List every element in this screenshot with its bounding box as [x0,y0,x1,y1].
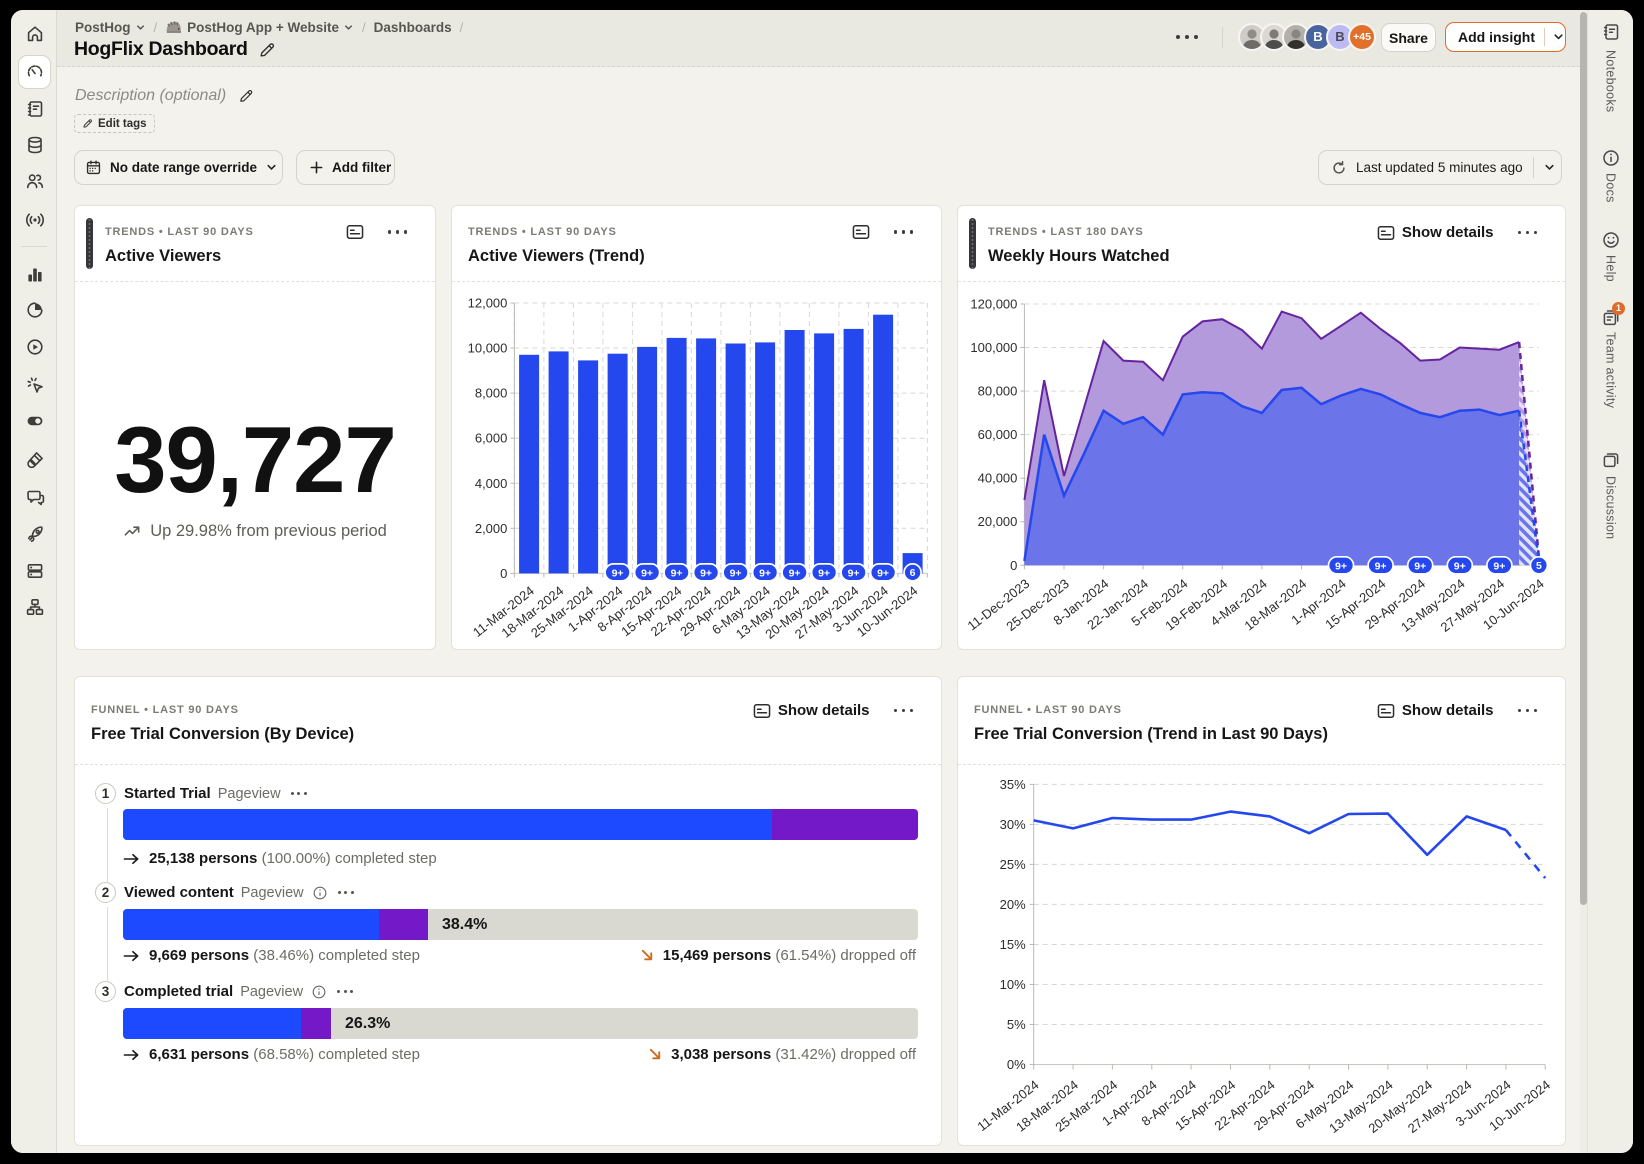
svg-text:9+: 9+ [789,568,801,580]
svg-text:9+: 9+ [1414,560,1426,572]
svg-text:0: 0 [1010,558,1017,573]
svg-text:0: 0 [500,566,507,581]
svg-text:8,000: 8,000 [475,386,508,401]
svg-text:9+: 9+ [1454,560,1466,572]
svg-text:0%: 0% [1007,1057,1026,1072]
svg-text:9+: 9+ [848,568,860,580]
svg-text:30%: 30% [1000,817,1026,832]
svg-text:10%: 10% [1000,977,1026,992]
svg-text:25%: 25% [1000,857,1026,872]
svg-text:9+: 9+ [700,568,712,580]
svg-text:9+: 9+ [730,568,742,580]
svg-text:9+: 9+ [612,568,624,580]
svg-text:2,000: 2,000 [475,521,508,536]
svg-text:9+: 9+ [1375,560,1387,572]
svg-text:40,000: 40,000 [978,471,1018,486]
svg-text:9+: 9+ [641,568,653,580]
svg-text:9+: 9+ [877,568,889,580]
svg-text:20%: 20% [1000,897,1026,912]
svg-text:100,000: 100,000 [970,340,1017,355]
svg-text:4,000: 4,000 [475,476,508,491]
svg-text:5%: 5% [1007,1017,1026,1032]
svg-text:80,000: 80,000 [978,384,1018,399]
svg-text:9+: 9+ [759,568,771,580]
svg-text:60,000: 60,000 [978,427,1018,442]
svg-text:12,000: 12,000 [468,296,508,311]
svg-text:20,000: 20,000 [978,514,1018,529]
svg-text:6: 6 [910,567,916,579]
svg-text:10,000: 10,000 [468,341,508,356]
svg-text:15%: 15% [1000,937,1026,952]
svg-text:9+: 9+ [671,568,683,580]
svg-text:35%: 35% [1000,777,1026,792]
svg-text:120,000: 120,000 [970,297,1017,312]
svg-text:9+: 9+ [1493,560,1505,572]
svg-text:5: 5 [1536,560,1542,572]
svg-text:6,000: 6,000 [475,431,508,446]
svg-text:9+: 9+ [1335,560,1347,572]
svg-text:9+: 9+ [818,568,830,580]
